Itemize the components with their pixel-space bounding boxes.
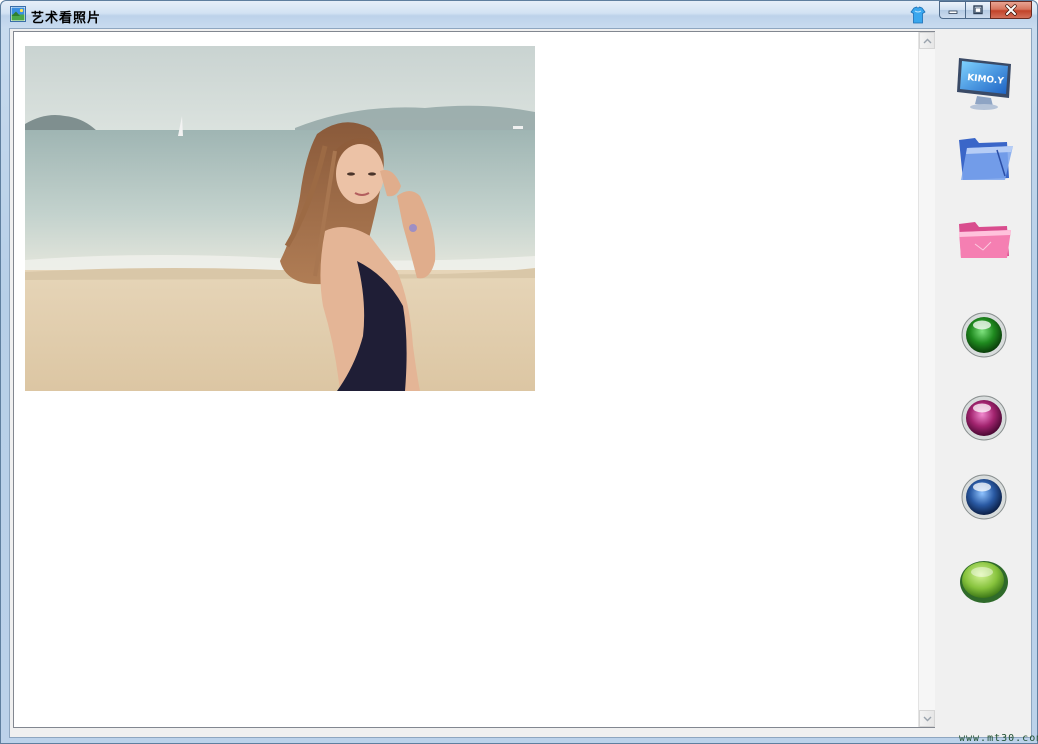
close-icon — [1005, 4, 1017, 16]
sidebar: KIMO.Y — [944, 49, 1024, 609]
magenta-orb-button[interactable] — [944, 394, 1024, 442]
maximize-icon — [973, 5, 983, 15]
magenta-orb-icon — [961, 395, 1007, 441]
blue-folder-icon — [959, 138, 1013, 180]
window-title: 艺术看照片 — [31, 11, 102, 26]
watermark-text: www.mt30.com — [959, 733, 1038, 744]
lime-orb-icon — [960, 561, 1008, 603]
maximize-button[interactable] — [965, 1, 990, 19]
app-window: 艺术看照片 KIMO.Y www.mt30.com — [0, 0, 1038, 744]
pink-folder-button[interactable] — [944, 214, 1024, 264]
beach-photo-image — [25, 46, 535, 391]
beach-photo — [25, 46, 535, 391]
minimize-button[interactable] — [939, 1, 965, 19]
monitor-button[interactable]: KIMO.Y — [944, 54, 1024, 112]
scroll-down-button[interactable] — [919, 710, 935, 727]
vertical-scrollbar[interactable] — [918, 32, 935, 727]
blue-orb-button[interactable] — [944, 473, 1024, 521]
chevron-down-icon — [923, 716, 931, 721]
lime-orb-button[interactable] — [944, 557, 1024, 605]
open-folder-button[interactable] — [944, 134, 1024, 184]
viewer-bottom-strip — [13, 728, 917, 736]
minimize-icon — [948, 10, 957, 14]
monitor-icon: KIMO.Y — [957, 58, 1011, 110]
landscape-picture-icon — [10, 6, 26, 22]
pink-folder-icon — [959, 222, 1011, 258]
image-viewer[interactable] — [13, 31, 935, 728]
blue-orb-icon — [961, 474, 1007, 520]
chevron-up-icon — [923, 38, 931, 43]
green-orb-button[interactable] — [944, 311, 1024, 359]
shirt-skin-icon[interactable] — [908, 5, 928, 25]
scroll-up-button[interactable] — [919, 32, 935, 49]
caption-buttons — [939, 1, 1032, 20]
close-button[interactable] — [990, 1, 1032, 19]
green-orb-icon — [961, 312, 1007, 358]
title-bar[interactable]: 艺术看照片 — [1, 1, 1037, 28]
client-area: KIMO.Y — [9, 28, 1032, 738]
